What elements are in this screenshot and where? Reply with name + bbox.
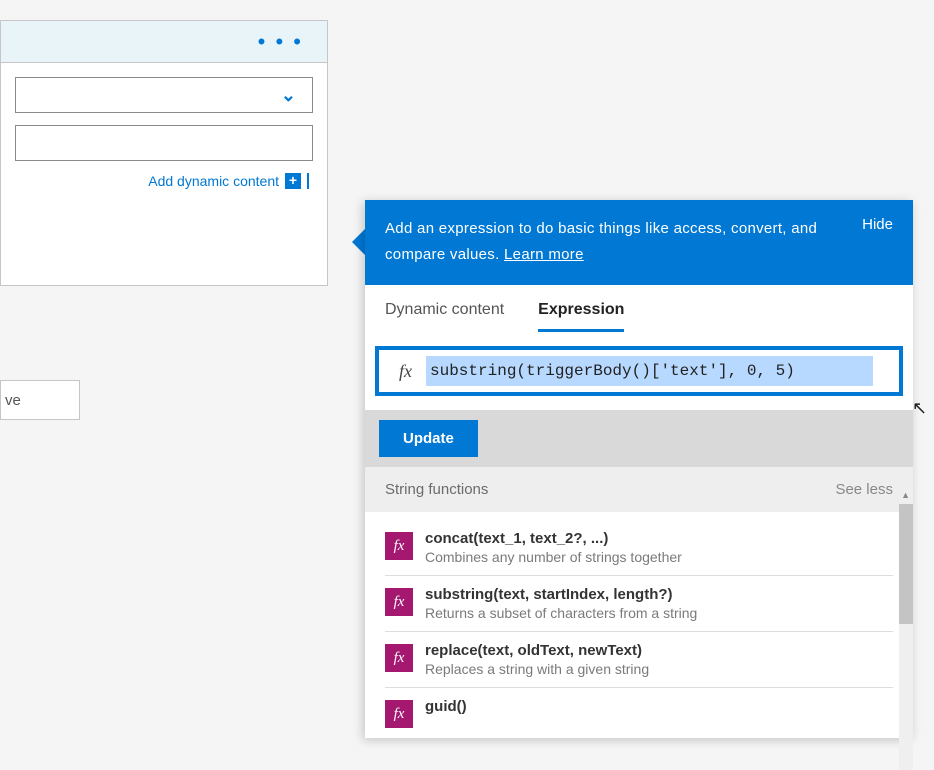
list-item[interactable]: fx concat(text_1, text_2?, ...) Combines… — [385, 520, 893, 576]
hide-link[interactable]: Hide — [862, 216, 893, 233]
chevron-down-icon: ⌄ — [281, 85, 296, 106]
function-description: Replaces a string with a given string — [425, 661, 649, 677]
more-menu-icon[interactable]: • • • — [258, 29, 303, 55]
card-body: ⌄ Add dynamic content + — [1, 63, 327, 285]
cursor-bar — [307, 173, 309, 189]
tab-dynamic-content[interactable]: Dynamic content — [385, 301, 504, 332]
mouse-cursor-icon: ↖ — [912, 398, 927, 419]
card-header: • • • — [1, 21, 327, 63]
function-signature: replace(text, oldText, newText) — [425, 642, 649, 659]
fx-icon: fx — [385, 588, 413, 616]
function-signature: guid() — [425, 698, 467, 715]
see-less-link[interactable]: See less — [835, 481, 893, 498]
fx-label-icon: fx — [385, 361, 426, 382]
callout-pointer-icon — [352, 228, 366, 256]
dropdown-field[interactable]: ⌄ — [15, 77, 313, 113]
update-button[interactable]: Update — [379, 420, 478, 457]
category-header: String functions See less — [365, 467, 913, 512]
scroll-arrow-up-icon[interactable]: ▲ — [901, 490, 910, 500]
list-item[interactable]: fx replace(text, oldText, newText) Repla… — [385, 632, 893, 688]
text-input[interactable] — [15, 125, 313, 161]
function-description: Combines any number of strings together — [425, 549, 682, 565]
plus-icon[interactable]: + — [285, 173, 301, 189]
scroll-thumb[interactable] — [899, 504, 913, 624]
tabs: Dynamic content Expression — [365, 285, 913, 332]
save-button-fragment[interactable]: ve — [0, 380, 80, 420]
expression-input-wrap: fx — [375, 346, 903, 396]
list-item[interactable]: fx guid() — [385, 688, 893, 738]
save-label-fragment: ve — [5, 392, 21, 409]
function-list: fx concat(text_1, text_2?, ...) Combines… — [365, 512, 913, 738]
tab-expression[interactable]: Expression — [538, 301, 624, 332]
add-dynamic-content-link[interactable]: Add dynamic content — [148, 173, 279, 189]
fx-icon: fx — [385, 532, 413, 560]
function-signature: substring(text, startIndex, length?) — [425, 586, 697, 603]
panel-header: Add an expression to do basic things lik… — [365, 200, 913, 285]
fx-icon: fx — [385, 644, 413, 672]
expression-panel: Add an expression to do basic things lik… — [365, 200, 913, 738]
fx-icon: fx — [385, 700, 413, 728]
function-signature: concat(text_1, text_2?, ...) — [425, 530, 682, 547]
update-row: Update — [365, 410, 913, 467]
action-card: • • • ⌄ Add dynamic content + — [0, 20, 328, 286]
function-description: Returns a subset of characters from a st… — [425, 605, 697, 621]
category-title: String functions — [385, 481, 488, 498]
panel-header-text: Add an expression to do basic things lik… — [385, 216, 842, 267]
expression-input[interactable] — [426, 356, 873, 386]
list-item[interactable]: fx substring(text, startIndex, length?) … — [385, 576, 893, 632]
learn-more-link[interactable]: Learn more — [504, 246, 584, 263]
add-dynamic-content-row: Add dynamic content + — [15, 173, 313, 189]
